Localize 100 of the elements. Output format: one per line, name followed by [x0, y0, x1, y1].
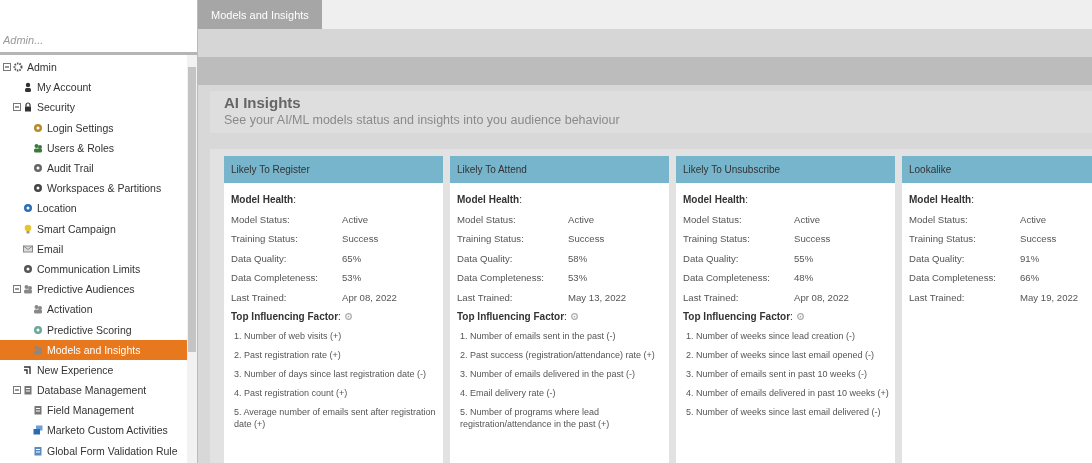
people-icon — [33, 142, 43, 153]
lock-icon — [23, 102, 33, 113]
field-label: Training Status: — [457, 233, 525, 245]
field-label: Training Status: — [231, 233, 299, 245]
gear-icon — [13, 62, 23, 73]
factor-text: 5. Number of programs where lead registration/attendance in the past (+) — [459, 405, 611, 430]
field-value: Success — [568, 233, 605, 245]
scrollbar[interactable] — [187, 55, 197, 463]
field-label: Last Trained: — [909, 291, 966, 303]
field-value: Success — [342, 233, 379, 245]
field-value: 55% — [794, 252, 814, 264]
field-label: Data Quality: — [457, 252, 514, 264]
field-value: 65% — [342, 252, 362, 264]
envelope-icon — [23, 243, 33, 254]
collapse-toggle-icon[interactable] — [13, 103, 21, 112]
field-value: Active — [342, 213, 369, 225]
field-value: Active — [1020, 213, 1047, 225]
section-heading: Top Influencing Factor: — [683, 311, 793, 323]
section-heading: Model Health: — [683, 194, 748, 206]
lightbulb-icon — [23, 223, 33, 234]
field-label: Model Status: — [231, 213, 291, 225]
field-value: Success — [1020, 233, 1057, 245]
factor-text: 1. Number of weeks since lead creation (-) — [685, 329, 857, 342]
tree-item[interactable]: Marketo Custom Activities — [32, 420, 187, 441]
field-label: Model Status: — [457, 213, 517, 225]
tree-item[interactable]: Security — [22, 97, 187, 118]
factor-text: 2. Number of weeks since last email opened (-) — [685, 348, 876, 361]
field-label: Data Completeness: — [457, 272, 545, 284]
page-title: AI Insights — [224, 94, 302, 111]
collapse-toggle-icon[interactable] — [13, 285, 21, 294]
field-value: 91% — [1020, 252, 1040, 264]
factor-text: 1. Number of web visits (+) — [233, 329, 343, 342]
page-subtitle: See your AI/ML models status and insights into you audience behaviour — [224, 113, 621, 127]
field-value: 48% — [794, 272, 814, 284]
field-label: Model Status: — [909, 213, 969, 225]
tree-item[interactable]: Activation — [32, 299, 187, 320]
tree-item[interactable]: Database Management — [22, 380, 187, 401]
section-heading: Model Health: — [457, 194, 522, 206]
section-heading: Model Health: — [909, 194, 974, 206]
tree-item[interactable]: Predictive Audiences — [22, 279, 187, 300]
field-value: Success — [794, 233, 831, 245]
field-label: Data Quality: — [231, 252, 288, 264]
field-value: 66% — [1020, 272, 1040, 284]
field-label: Data Completeness: — [909, 272, 997, 284]
card-title: Likely To Unsubscribe — [676, 156, 895, 183]
factor-text: 2. Past registration rate (+) — [233, 348, 342, 361]
field-label: Last Trained: — [231, 291, 288, 303]
window-icon — [33, 425, 43, 436]
factor-text: 5. Number of weeks since last email delivered (-) — [685, 405, 882, 418]
section-heading: Model Health: — [231, 194, 296, 206]
person-icon — [23, 82, 33, 93]
tree-item[interactable]: Audit Trail — [32, 158, 187, 179]
card-title: Lookalike — [902, 156, 1092, 183]
field-label: Model Status: — [683, 213, 743, 225]
tree-item[interactable]: Workspaces & Partitions — [32, 178, 187, 199]
database-icon — [33, 405, 43, 416]
field-label: Data Completeness: — [231, 272, 319, 284]
tree-item[interactable]: Admin — [12, 57, 187, 78]
field-value: May 19, 2022 — [1020, 291, 1079, 303]
field-label: Last Trained: — [457, 291, 514, 303]
section-heading: Top Influencing Factor: — [457, 311, 567, 323]
field-value: 53% — [342, 272, 362, 284]
field-label: Training Status: — [683, 233, 751, 245]
field-value: Apr 08, 2022 — [794, 291, 849, 303]
factor-text: 4. Number of emails delivered in past 10 weeks (+) — [685, 386, 889, 399]
section-heading: Top Influencing Factor: — [231, 311, 341, 323]
field-value: Apr 08, 2022 — [342, 291, 397, 303]
tree-item[interactable]: New Experience — [22, 359, 187, 380]
card-title: Likely To Register — [224, 156, 443, 183]
tree-item[interactable]: Users & Roles — [32, 137, 187, 158]
field-label: Data Quality: — [683, 252, 740, 264]
factor-text: 2. Past success (registration/attendance) rate (+) — [459, 348, 656, 361]
factor-text: 1. Number of emails sent in the past (-) — [459, 329, 617, 342]
tree-item[interactable]: Email — [22, 238, 187, 259]
tree-item[interactable]: My Account — [22, 77, 187, 98]
field-value: May 13, 2022 — [568, 291, 627, 303]
field-value: Active — [794, 213, 821, 225]
database-icon — [23, 385, 33, 396]
field-label: Training Status: — [909, 233, 977, 245]
people-icon — [23, 284, 33, 295]
tree-item[interactable]: Communication Limits — [22, 258, 187, 279]
field-value: 58% — [568, 252, 588, 264]
people-icon — [33, 344, 43, 355]
tree-item[interactable]: Predictive Scoring — [32, 319, 187, 340]
tree-item[interactable]: Field Management — [32, 400, 187, 421]
tree-item[interactable]: Global Form Validation Rule — [32, 440, 187, 461]
collapse-toggle-icon[interactable] — [3, 63, 11, 72]
collapse-toggle-icon[interactable] — [13, 386, 21, 395]
corner-arrow-icon — [23, 364, 33, 375]
tree-item[interactable]: Smart Campaign — [22, 218, 187, 239]
people-icon — [33, 304, 43, 315]
tree-item[interactable]: Location — [22, 198, 187, 219]
factor-text: 5. Average number of emails sent after registration date (+) — [233, 405, 437, 430]
field-label: Data Completeness: — [683, 272, 771, 284]
tree-item[interactable]: Login Settings — [32, 117, 187, 138]
search-field[interactable]: Admin... — [0, 34, 183, 52]
factor-text: 3. Number of emails sent in past 10 weeks (-) — [685, 367, 869, 380]
factor-text: 3. Number of days since last registration date (-) — [233, 367, 428, 380]
factor-text: 4. Past registration count (+) — [233, 386, 349, 399]
factor-text: 4. Email delivery rate (-) — [459, 386, 557, 399]
